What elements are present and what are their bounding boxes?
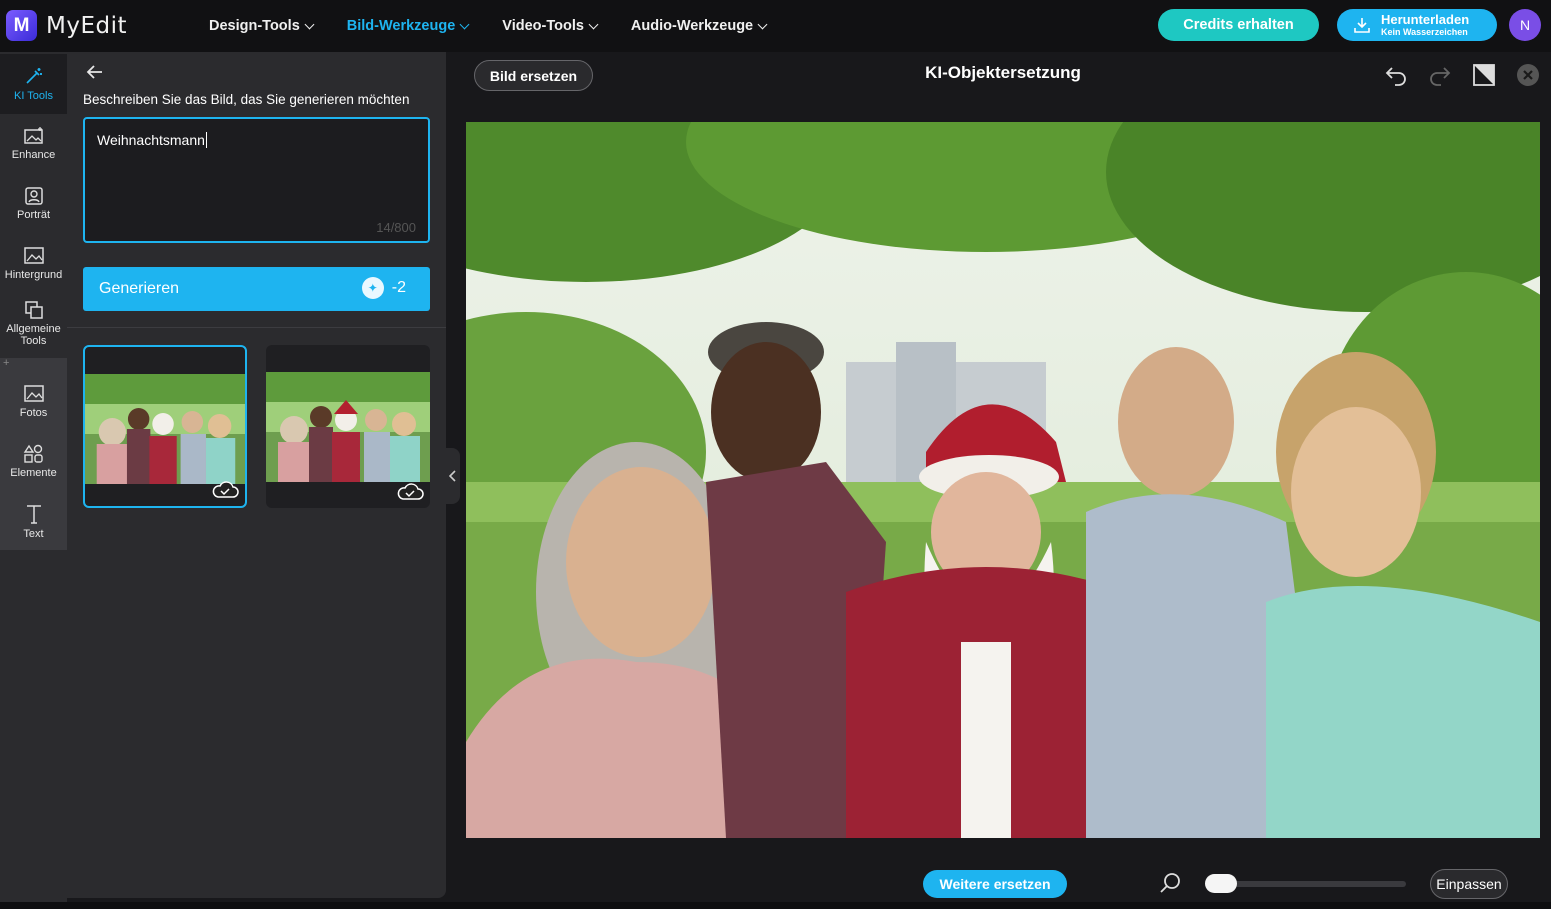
app-logo[interactable]: M MyEdit — [6, 10, 127, 41]
undo-icon[interactable] — [1383, 62, 1409, 88]
magic-wand-icon — [25, 68, 42, 84]
zoom-slider-track[interactable] — [1220, 881, 1406, 887]
result-thumbnail-2[interactable] — [266, 345, 430, 508]
generate-cost: ✦ -2 — [361, 277, 406, 299]
result-image — [85, 374, 245, 484]
collapse-panel-button[interactable] — [446, 448, 460, 504]
get-credits-button[interactable]: Credits erhalten — [1158, 9, 1319, 41]
nav-design-tools[interactable]: Design-Tools — [209, 18, 315, 34]
nav-label: Audio-Werkzeuge — [630, 18, 754, 34]
rail-item-allgemeine-tools[interactable]: Allgemeine Tools — [0, 294, 67, 354]
nav-label: Video-Tools — [502, 18, 584, 34]
rail-label: Allgemeine Tools — [6, 323, 61, 347]
cloud-saved-icon[interactable] — [210, 480, 240, 500]
rail-item-ki-tools[interactable]: KI Tools — [0, 54, 67, 114]
text-icon — [26, 505, 41, 524]
download-sublabel: Kein Wasserzeichen — [1381, 27, 1468, 37]
rail-item-portraet[interactable]: Porträt — [0, 174, 67, 234]
rail-label: Hintergrund — [4, 269, 63, 282]
cost-value: -2 — [391, 279, 406, 296]
nav-bild-werkzeuge[interactable]: Bild-Werkzeuge — [346, 18, 470, 34]
background-icon — [23, 247, 44, 264]
nav-label: Bild-Werkzeuge — [346, 18, 456, 34]
zoom-slider-knob[interactable] — [1205, 874, 1237, 893]
redo-icon[interactable] — [1427, 62, 1453, 88]
back-arrow-icon[interactable] — [85, 62, 105, 82]
rail-item-elemente[interactable]: Elemente — [0, 432, 67, 492]
main-nav: Design-Tools Bild-Werkzeuge Video-Tools … — [209, 0, 768, 52]
credit-coin-icon: ✦ — [361, 277, 384, 299]
chevron-down-icon — [757, 19, 768, 29]
close-icon[interactable] — [1515, 62, 1541, 88]
nav-label: Design-Tools — [209, 18, 300, 34]
portrait-icon — [24, 187, 43, 205]
prompt-value: Weihnachtsmann — [97, 132, 205, 148]
text-cursor — [205, 132, 207, 148]
fit-button[interactable]: Einpassen — [1430, 869, 1508, 899]
page-title: KI-Objektersetzung — [925, 63, 1081, 82]
rail-item-enhance[interactable]: Enhance — [0, 114, 67, 174]
ki-tools-panel: Beschreiben Sie das Bild, das Sie generi… — [67, 52, 446, 898]
generate-label: Generieren — [99, 280, 180, 297]
download-label: Herunterladen — [1381, 12, 1470, 27]
rail-item-text[interactable]: Text — [0, 492, 67, 552]
photos-icon — [23, 385, 44, 402]
compare-icon[interactable] — [1471, 62, 1497, 88]
prompt-input[interactable]: Weihnachtsmann 14/800 — [83, 117, 430, 243]
rail-label: Enhance — [11, 149, 56, 162]
result-thumbnail-1[interactable] — [83, 345, 247, 508]
cloud-saved-icon[interactable] — [395, 482, 425, 502]
nav-audio-werkzeuge[interactable]: Audio-Werkzeuge — [630, 18, 768, 34]
elements-icon — [23, 444, 43, 463]
bottom-edge — [0, 902, 1551, 909]
download-icon — [1354, 18, 1370, 33]
search-zoom-icon[interactable] — [1158, 871, 1182, 895]
chevron-left-icon — [449, 470, 456, 482]
tool-rail: + KI Tools Enhance Porträt Hintergrund A… — [0, 52, 67, 902]
chevron-down-icon — [459, 19, 470, 29]
rail-label: Text — [23, 528, 44, 541]
plus-icon: + — [3, 357, 10, 369]
rail-label: Porträt — [16, 209, 50, 222]
top-bar: M MyEdit Design-Tools Bild-Werkzeuge Vid… — [0, 0, 1551, 52]
replace-more-button[interactable]: Weitere ersetzen — [923, 870, 1067, 898]
rail-item-hintergrund[interactable]: Hintergrund — [0, 234, 67, 294]
user-avatar[interactable]: N — [1509, 9, 1541, 41]
panel-divider — [67, 327, 446, 328]
char-counter: 14/800 — [376, 220, 416, 235]
enhance-icon — [23, 127, 43, 144]
app-name: MyEdit — [46, 12, 127, 39]
chevron-down-icon — [588, 19, 599, 29]
nav-video-tools[interactable]: Video-Tools — [502, 18, 599, 34]
logo-icon: M — [6, 10, 37, 41]
edited-photo[interactable] — [466, 122, 1540, 838]
rail-label: KI Tools — [14, 90, 53, 103]
general-tools-icon — [24, 301, 43, 320]
rail-item-fotos[interactable]: Fotos — [0, 372, 67, 432]
generate-button[interactable]: Generieren ✦ -2 — [83, 267, 430, 311]
rail-label: Elemente — [10, 467, 57, 480]
prompt-label: Beschreiben Sie das Bild, das Sie generi… — [83, 92, 410, 107]
chevron-down-icon — [304, 19, 315, 29]
replace-image-button[interactable]: Bild ersetzen — [474, 60, 593, 91]
download-button[interactable]: Herunterladen Kein Wasserzeichen — [1337, 9, 1497, 41]
result-image — [266, 372, 430, 482]
rail-label: Fotos — [19, 407, 48, 420]
